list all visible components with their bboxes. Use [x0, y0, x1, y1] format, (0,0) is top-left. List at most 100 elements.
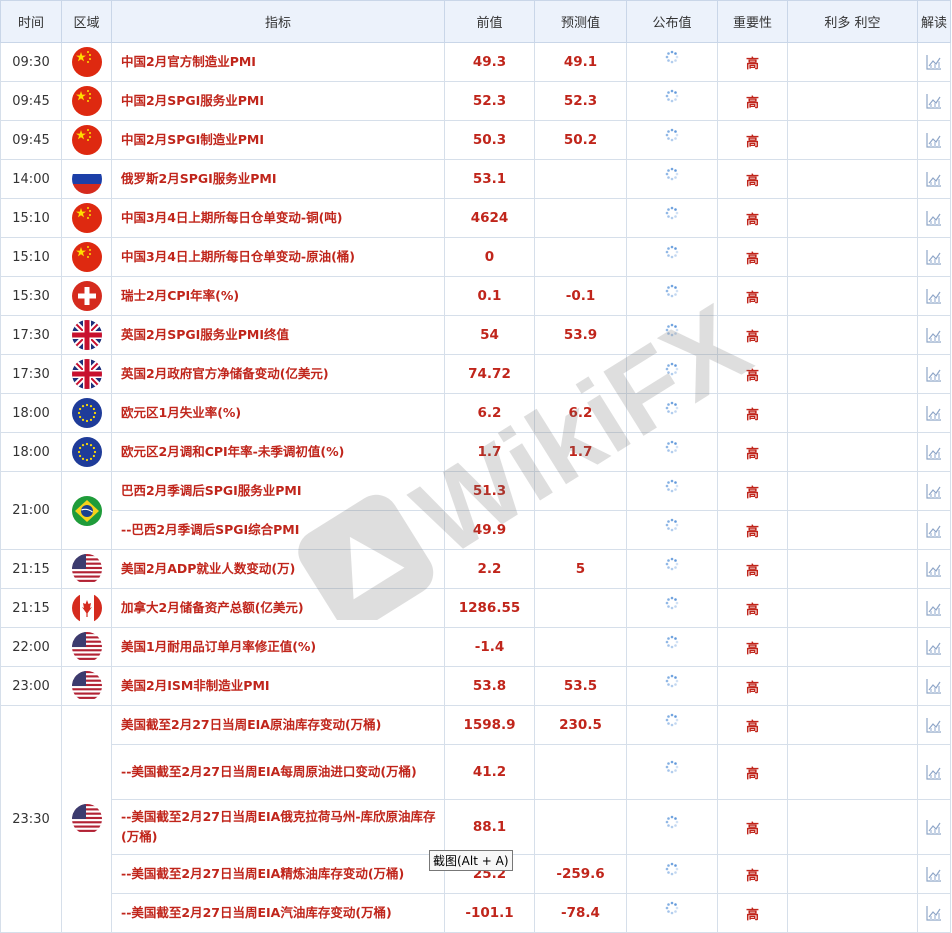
analysis-cell[interactable]: [917, 120, 951, 160]
table-row[interactable]: 15:10 中国3月4日上期所每日仓单变动-铜(吨) 4624 高: [0, 198, 951, 238]
importance-value: 高: [717, 159, 788, 199]
indicator-link[interactable]: 英国2月SPGI服务业PMI终值: [111, 315, 445, 355]
header-actual[interactable]: 公布值: [626, 0, 718, 43]
indicator-link[interactable]: 欧元区2月调和CPI年率-未季调初值(%): [111, 432, 445, 472]
header-importance[interactable]: 重要性: [717, 0, 788, 43]
chart-icon[interactable]: [925, 867, 943, 882]
table-row[interactable]: 15:30 瑞士2月CPI年率(%) 0.1 -0.1 高: [0, 276, 951, 316]
chart-icon[interactable]: [925, 640, 943, 655]
time-cell: 15:10: [0, 237, 62, 277]
table-row[interactable]: 23:00 美国2月ISM非制造业PMI 53.8 53.5 高: [0, 666, 951, 706]
chart-icon[interactable]: [925, 562, 943, 577]
analysis-cell[interactable]: [917, 159, 951, 199]
indicator-link[interactable]: --美国截至2月27日当周EIA每周原油进口变动(万桶): [111, 744, 445, 800]
chart-icon[interactable]: [925, 328, 943, 343]
table-row[interactable]: 09:30 中国2月官方制造业PMI 49.3 49.1 高: [0, 42, 951, 82]
table-row[interactable]: 23:30 美国截至2月27日当周EIA原油库存变动(万桶) 1598.9 230.5…: [0, 705, 951, 933]
table-row[interactable]: 21:15 美国2月ADP就业人数变动(万) 2.2 5 高: [0, 549, 951, 589]
analysis-cell[interactable]: [917, 627, 951, 667]
analysis-cell[interactable]: [917, 42, 951, 82]
analysis-cell[interactable]: [917, 799, 951, 855]
indicator-link[interactable]: 中国3月4日上期所每日仓单变动-原油(桶): [111, 237, 445, 277]
table-row[interactable]: 22:00 美国1月耐用品订单月率修正值(%) -1.4 高: [0, 627, 951, 667]
analysis-cell[interactable]: [917, 315, 951, 355]
importance-value: 高: [717, 588, 788, 628]
indicator-link[interactable]: --美国截至2月27日当周EIA汽油库存变动(万桶): [111, 893, 445, 933]
analysis-cell[interactable]: [917, 744, 951, 800]
table-row[interactable]: 15:10 中国3月4日上期所每日仓单变动-原油(桶) 0 高: [0, 237, 951, 277]
analysis-cell[interactable]: [917, 198, 951, 238]
table-row[interactable]: 17:30 英国2月SPGI服务业PMI终值 54 53.9 高: [0, 315, 951, 355]
analysis-cell[interactable]: [917, 432, 951, 472]
table-row[interactable]: --美国截至2月27日当周EIA俄克拉荷马州-库欣原油库存(万桶) 88.1 高: [1, 799, 951, 855]
table-row[interactable]: 18:00 欧元区1月失业率(%) 6.2 6.2 高: [0, 393, 951, 433]
header-time[interactable]: 时间: [0, 0, 62, 43]
indicator-link[interactable]: 中国2月SPGI服务业PMI: [111, 81, 445, 121]
table-row[interactable]: 09:45 中国2月SPGI制造业PMI 50.3 50.2 高: [0, 120, 951, 160]
indicator-link[interactable]: 中国2月SPGI制造业PMI: [111, 120, 445, 160]
chart-icon[interactable]: [925, 133, 943, 148]
header-region[interactable]: 区域: [61, 0, 112, 43]
table-row[interactable]: 21:15 加拿大2月储备资产总额(亿美元) 1286.55 高: [0, 588, 951, 628]
analysis-cell[interactable]: [917, 549, 951, 589]
indicator-link[interactable]: 瑞士2月CPI年率(%): [111, 276, 445, 316]
analysis-cell[interactable]: [917, 510, 951, 550]
analysis-cell[interactable]: [917, 393, 951, 433]
table-row[interactable]: --美国截至2月27日当周EIA每周原油进口变动(万桶) 41.2 高: [1, 744, 951, 800]
chart-icon[interactable]: [925, 679, 943, 694]
indicator-link[interactable]: --美国截至2月27日当周EIA俄克拉荷马州-库欣原油库存(万桶): [111, 799, 445, 855]
analysis-cell[interactable]: [917, 666, 951, 706]
analysis-cell[interactable]: [917, 237, 951, 277]
table-row[interactable]: 18:00 欧元区2月调和CPI年率-未季调初值(%) 1.7 1.7 高: [0, 432, 951, 472]
chart-icon[interactable]: [925, 906, 943, 921]
analysis-cell[interactable]: [917, 354, 951, 394]
indicator-link[interactable]: 中国2月官方制造业PMI: [111, 42, 445, 82]
analysis-cell[interactable]: [917, 471, 951, 511]
indicator-link[interactable]: 美国2月ADP就业人数变动(万): [111, 549, 445, 589]
indicator-link[interactable]: 欧元区1月失业率(%): [111, 393, 445, 433]
table-row[interactable]: 14:00 俄罗斯2月SPGI服务业PMI 53.1 高: [0, 159, 951, 199]
chart-icon[interactable]: [925, 601, 943, 616]
indicator-link[interactable]: 英国2月政府官方净储备变动(亿美元): [111, 354, 445, 394]
chart-icon[interactable]: [925, 367, 943, 382]
chart-icon[interactable]: [925, 211, 943, 226]
analysis-cell[interactable]: [917, 854, 951, 894]
indicator-link[interactable]: --美国截至2月27日当周EIA精炼油库存变动(万桶): [111, 854, 445, 894]
header-analysis[interactable]: 解读: [917, 0, 951, 43]
header-prev[interactable]: 前值: [444, 0, 535, 43]
chart-icon[interactable]: [925, 406, 943, 421]
indicator-link[interactable]: 巴西2月季调后SPGI服务业PMI: [111, 471, 445, 511]
chart-icon[interactable]: [925, 172, 943, 187]
chart-icon[interactable]: [925, 445, 943, 460]
analysis-cell[interactable]: [917, 276, 951, 316]
actual-value: [626, 744, 718, 800]
indicator-link[interactable]: 俄罗斯2月SPGI服务业PMI: [111, 159, 445, 199]
table-row[interactable]: --巴西2月季调后SPGI综合PMI 49.9 高: [1, 510, 951, 550]
chart-icon[interactable]: [925, 94, 943, 109]
indicator-link[interactable]: --巴西2月季调后SPGI综合PMI: [111, 510, 445, 550]
indicator-link[interactable]: 美国截至2月27日当周EIA原油库存变动(万桶): [111, 705, 445, 745]
chart-icon[interactable]: [925, 765, 943, 780]
header-forecast[interactable]: 预测值: [534, 0, 627, 43]
chart-icon[interactable]: [925, 55, 943, 70]
header-indicator[interactable]: 指标: [111, 0, 445, 43]
analysis-cell[interactable]: [917, 81, 951, 121]
chart-icon[interactable]: [925, 820, 943, 835]
chart-icon[interactable]: [925, 718, 943, 733]
table-row[interactable]: 21:00 巴西2月季调后SPGI服务业PMI 51.3 高: [0, 471, 951, 550]
analysis-cell[interactable]: [917, 705, 951, 745]
chart-icon[interactable]: [925, 523, 943, 538]
indicator-link[interactable]: 美国1月耐用品订单月率修正值(%): [111, 627, 445, 667]
analysis-cell[interactable]: [917, 893, 951, 933]
chart-icon[interactable]: [925, 289, 943, 304]
header-impact[interactable]: 利多 利空: [787, 0, 918, 43]
table-row[interactable]: 09:45 中国2月SPGI服务业PMI 52.3 52.3 高: [0, 81, 951, 121]
indicator-link[interactable]: 中国3月4日上期所每日仓单变动-铜(吨): [111, 198, 445, 238]
chart-icon[interactable]: [925, 484, 943, 499]
table-row[interactable]: --美国截至2月27日当周EIA汽油库存变动(万桶) -101.1 -78.4 高: [1, 893, 951, 933]
table-row[interactable]: 17:30 英国2月政府官方净储备变动(亿美元) 74.72 高: [0, 354, 951, 394]
analysis-cell[interactable]: [917, 588, 951, 628]
indicator-link[interactable]: 加拿大2月储备资产总额(亿美元): [111, 588, 445, 628]
chart-icon[interactable]: [925, 250, 943, 265]
indicator-link[interactable]: 美国2月ISM非制造业PMI: [111, 666, 445, 706]
